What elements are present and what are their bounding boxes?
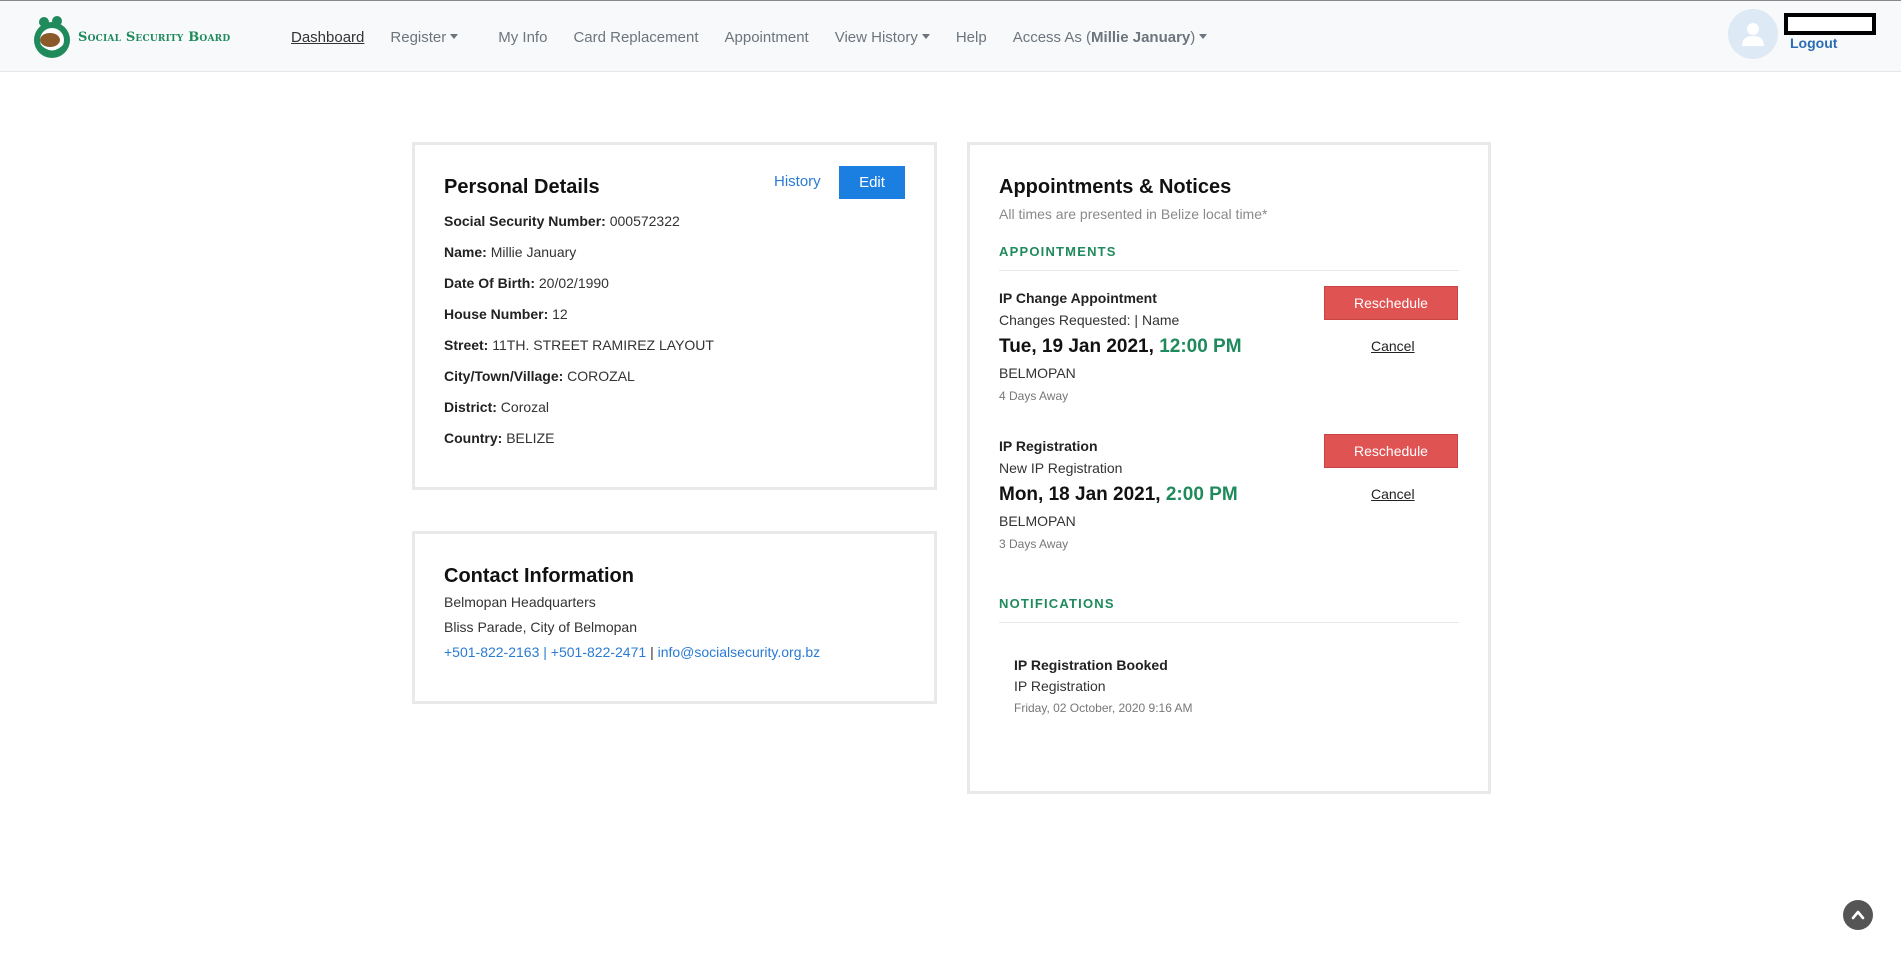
nav-card-replacement[interactable]: Card Replacement: [573, 29, 698, 46]
contact-address: Bliss Parade, City of Belmopan: [444, 619, 637, 635]
detail-value: Corozal: [500, 399, 550, 415]
appointment-time: 12:00 PM: [1159, 336, 1242, 357]
phone-separator: |: [543, 644, 547, 660]
detail-label: Social Security Number:: [444, 213, 606, 229]
divider: [999, 622, 1459, 623]
scroll-to-top-button[interactable]: [1843, 900, 1873, 930]
appointment-location: BELMOPAN: [999, 365, 1076, 381]
nav-register-label: Register: [390, 28, 447, 46]
history-link[interactable]: History: [774, 173, 821, 190]
detail-label: Country:: [444, 430, 503, 446]
detail-label: House Number:: [444, 306, 549, 322]
appointment-date: Tue, 19 Jan 2021,: [999, 336, 1154, 357]
cancel-appointment-link[interactable]: Cancel: [1371, 486, 1415, 502]
email-separator: |: [650, 644, 654, 660]
contact-info-title: Contact Information: [444, 565, 634, 587]
detail-label: Street:: [444, 337, 489, 353]
caret-down-icon: [921, 33, 930, 39]
access-as-prefix: Access As (: [1012, 28, 1092, 46]
logout-link[interactable]: Logout: [1790, 35, 1837, 51]
divider: [999, 270, 1459, 271]
appointments-section-label: APPOINTMENTS: [999, 244, 1117, 259]
appointment-title: IP Change Appointment: [999, 290, 1157, 306]
appointment-datetime: Mon, 18 Jan 2021, 2:00 PM: [999, 484, 1238, 506]
detail-value: 11TH. STREET RAMIREZ LAYOUT: [492, 337, 714, 353]
cancel-appointment-link[interactable]: Cancel: [1371, 338, 1415, 354]
notification-title: IP Registration Booked: [1014, 657, 1168, 673]
nav-my-info[interactable]: My Info: [498, 29, 547, 46]
edit-button[interactable]: Edit: [839, 166, 905, 199]
notification-time: Friday, 02 October, 2020 9:16 AM: [1014, 701, 1193, 715]
redacted-username: [1784, 13, 1876, 35]
caret-down-icon: [450, 33, 459, 39]
timezone-note: All times are presented in Belize local …: [999, 206, 1268, 222]
contact-links: +501-822-2163 | +501-822-2471 | info@soc…: [444, 644, 820, 660]
notification-desc: IP Registration: [1014, 678, 1106, 694]
detail-value: 000572322: [609, 213, 680, 229]
phone-link-1[interactable]: +501-822-2163: [444, 644, 539, 660]
top-navbar: Social Security Board Dashboard Register…: [0, 0, 1901, 72]
detail-value: BELIZE: [506, 430, 555, 446]
avatar[interactable]: [1728, 9, 1778, 59]
nav-help[interactable]: Help: [956, 29, 987, 46]
notifications-section-label: NOTIFICATIONS: [999, 596, 1115, 611]
access-as-suffix: ): [1190, 28, 1196, 46]
reschedule-button[interactable]: Reschedule: [1324, 286, 1458, 320]
nav-access-as-dropdown[interactable]: Access As (Millie January): [1013, 29, 1208, 46]
detail-label: District:: [444, 399, 497, 415]
phone-link-2[interactable]: +501-822-2471: [551, 644, 646, 660]
appointment-desc: Changes Requested: | Name: [999, 312, 1180, 328]
detail-dob: Date Of Birth: 20/02/1990: [444, 275, 609, 291]
detail-city: City/Town/Village: COROZAL: [444, 368, 635, 384]
personal-details-title: Personal Details: [444, 176, 600, 198]
user-icon: [1742, 23, 1764, 46]
email-link[interactable]: info@socialsecurity.org.bz: [658, 644, 821, 660]
appointment-location: BELMOPAN: [999, 513, 1076, 529]
appointment-days-away: 3 Days Away: [999, 537, 1069, 551]
user-area: Logout: [1728, 9, 1898, 65]
appointment-days-away: 4 Days Away: [999, 389, 1069, 403]
contact-info-card: Contact Information Belmopan Headquarter…: [412, 531, 937, 704]
appointment-date: Mon, 18 Jan 2021,: [999, 484, 1161, 505]
appointments-title: Appointments & Notices: [999, 176, 1232, 198]
detail-street: Street: 11TH. STREET RAMIREZ LAYOUT: [444, 337, 714, 353]
nav-appointment[interactable]: Appointment: [725, 29, 809, 46]
ssb-logo-icon: [34, 16, 70, 58]
detail-value: 20/02/1990: [538, 275, 609, 291]
brand[interactable]: Social Security Board: [32, 13, 230, 61]
detail-house-number: House Number: 12: [444, 306, 568, 322]
detail-label: City/Town/Village:: [444, 368, 564, 384]
nav-view-history-label: View History: [834, 28, 918, 46]
chevron-up-icon: [1851, 910, 1865, 920]
personal-details-card: Personal Details History Edit Social Sec…: [412, 142, 937, 490]
detail-value: Millie January: [490, 244, 577, 260]
access-as-name: Millie January: [1091, 28, 1191, 46]
detail-ssn: Social Security Number: 000572322: [444, 213, 680, 229]
main-nav: Dashboard Register My Info Card Replacem…: [291, 1, 1233, 73]
detail-name: Name: Millie January: [444, 244, 576, 260]
detail-label: Name:: [444, 244, 487, 260]
brand-name: Social Security Board: [78, 29, 231, 45]
nav-view-history-dropdown[interactable]: View History: [835, 29, 930, 46]
appointment-datetime: Tue, 19 Jan 2021, 12:00 PM: [999, 336, 1242, 358]
nav-register-dropdown[interactable]: Register: [390, 28, 459, 46]
detail-district: District: Corozal: [444, 399, 549, 415]
caret-down-icon: [1199, 33, 1208, 39]
appointment-title: IP Registration: [999, 438, 1098, 454]
detail-country: Country: BELIZE: [444, 430, 554, 446]
appointments-notices-card: Appointments & Notices All times are pre…: [967, 142, 1491, 794]
appointment-desc: New IP Registration: [999, 460, 1123, 476]
nav-dashboard[interactable]: Dashboard: [291, 29, 364, 46]
detail-value: COROZAL: [567, 368, 635, 384]
detail-label: Date Of Birth:: [444, 275, 535, 291]
contact-office: Belmopan Headquarters: [444, 594, 596, 610]
detail-value: 12: [552, 306, 568, 322]
reschedule-button[interactable]: Reschedule: [1324, 434, 1458, 468]
appointment-time: 2:00 PM: [1165, 484, 1238, 505]
